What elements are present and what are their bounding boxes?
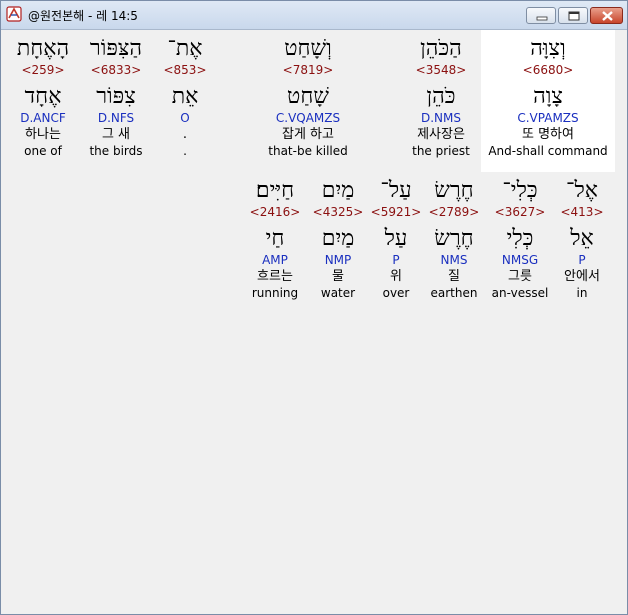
hebrew-word: הָאֶחָת — [16, 36, 70, 61]
lemma-word: אֶחָד — [24, 84, 62, 109]
strong-number: <259> — [21, 63, 65, 77]
word-cell[interactable]: חַיִּים׃ <2416> חַי AMP 흐르는 running — [205, 178, 345, 301]
interlinear-view: וְצִוָּה <6680> צָוָה C.VPAMZS 또 명하여 And-shal… — [3, 30, 625, 612]
parsing-code: C.VQAMZS — [275, 111, 341, 125]
app-window: @원전본해 - 레 14:5 וְצִוָּה <6680> צָוָה C.VPAM… — [0, 0, 628, 615]
title-bar[interactable]: @원전본해 - 레 14:5 — [1, 1, 627, 30]
maximize-icon — [568, 11, 580, 21]
korean-gloss: 하나는 — [25, 127, 61, 142]
minimize-button[interactable] — [526, 7, 556, 24]
word-cell[interactable]: וְשָׁחַט <7819> שָׁחַט C.VQAMZS 잡게 하고 that-be… — [238, 36, 378, 159]
strong-number: <7819> — [282, 63, 334, 77]
strong-number: <2416> — [249, 205, 301, 219]
korean-gloss: 잡게 하고 — [282, 127, 334, 142]
lemma-word: כֹּהֵן — [426, 84, 456, 109]
lemma-word: שָׁחַט — [287, 84, 329, 109]
maximize-button[interactable] — [558, 7, 588, 24]
parsing-code: AMP — [262, 253, 288, 267]
hebrew-word: וְשָׁחַט — [284, 36, 332, 61]
hebrew-word: חַיִּים׃ — [255, 178, 295, 203]
english-gloss: the priest — [412, 144, 470, 158]
parsing-code: D.NMS — [420, 111, 461, 125]
lemma-word: חַי — [265, 226, 285, 251]
close-icon — [602, 11, 613, 21]
english-gloss: one of — [24, 144, 62, 158]
window-title: @원전본해 - 레 14:5 — [28, 9, 138, 23]
app-logo-icon[interactable] — [6, 6, 22, 22]
english-gloss: running — [251, 286, 299, 300]
hebrew-word: הַכֹּהֵן — [420, 36, 462, 61]
korean-gloss: 제사장은 — [417, 127, 465, 142]
word-cell[interactable]: הָאֶחָת <259> אֶחָד D.ANCF 하나는 one of — [0, 36, 113, 159]
parsing-code: D.ANCF — [20, 111, 66, 125]
close-button[interactable] — [590, 7, 623, 24]
word-cell[interactable]: הַכֹּהֵן <3548> כֹּהֵן D.NMS 제사장은 the priest — [371, 36, 511, 159]
strong-number: <3548> — [415, 63, 467, 77]
korean-gloss: 흐르는 — [257, 269, 293, 284]
english-gloss: that-be killed — [268, 144, 348, 158]
minimize-icon — [536, 16, 548, 21]
